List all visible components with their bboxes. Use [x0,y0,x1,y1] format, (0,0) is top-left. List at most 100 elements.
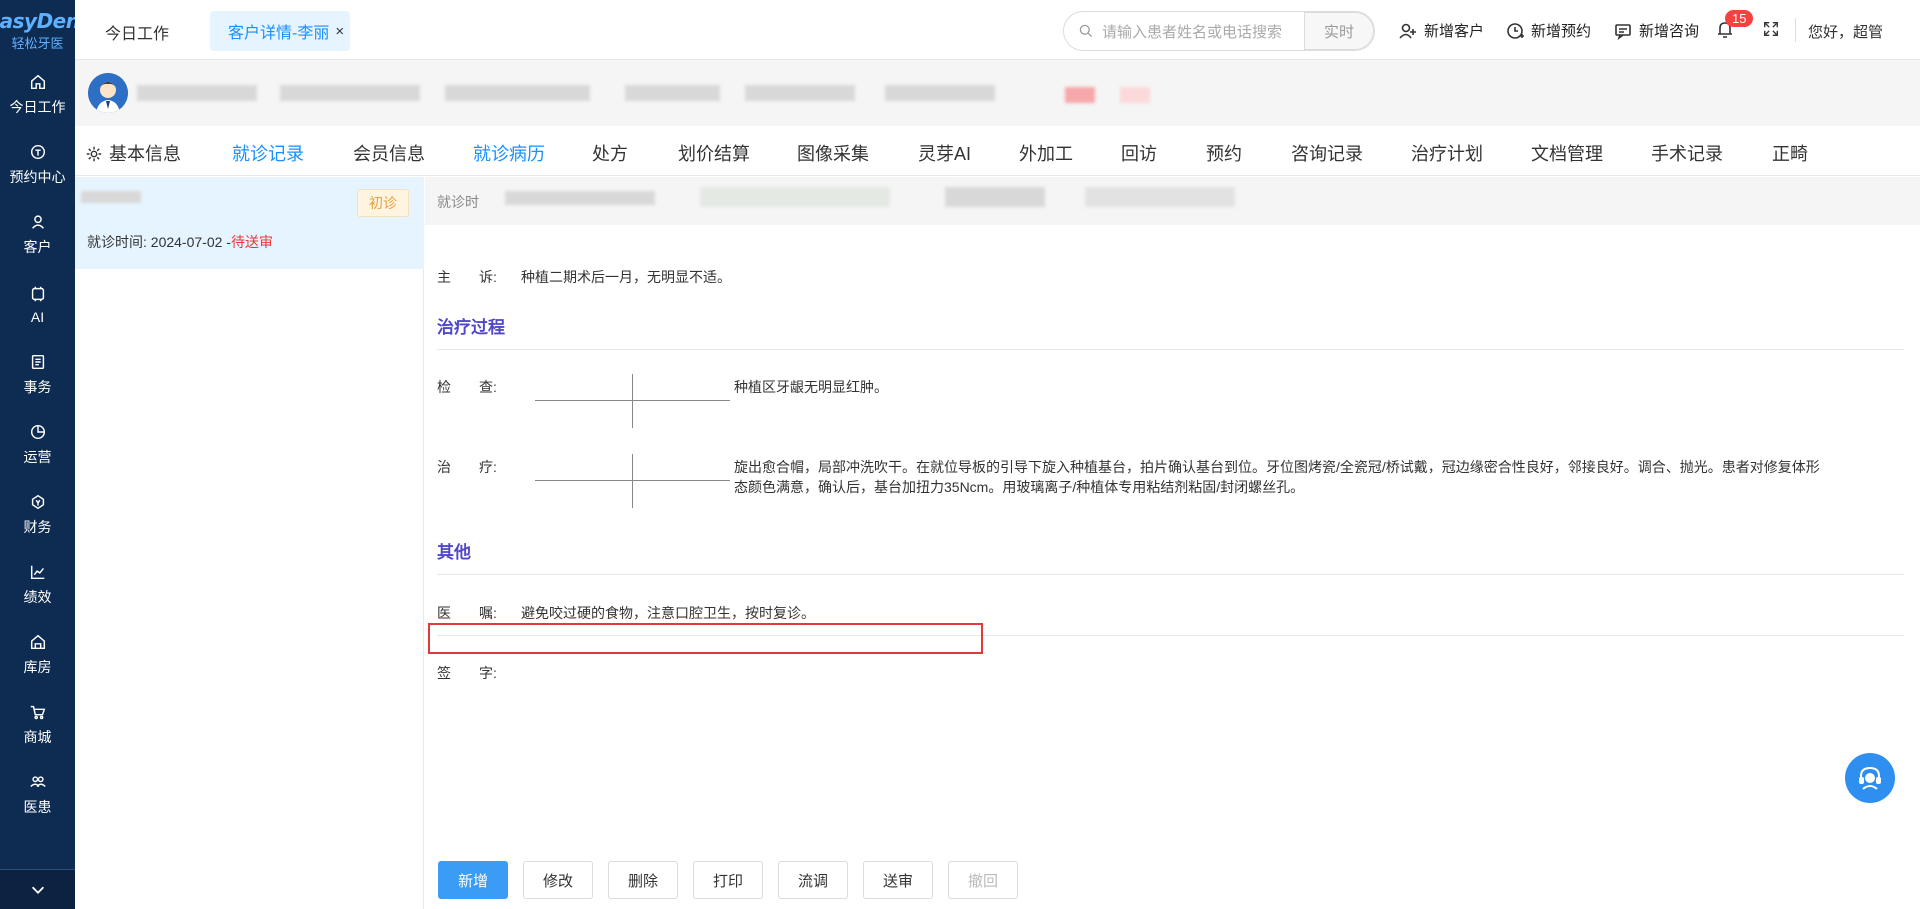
headset-icon [1859,766,1881,790]
redacted-info [700,187,890,207]
search-icon [1079,24,1093,38]
tab-ai[interactable]: 灵芽AI [918,140,971,166]
edit-button[interactable]: 修改 [523,861,593,899]
tab-follow-up[interactable]: 回访 [1121,140,1157,166]
redacted-info [625,85,720,101]
tab-prescription[interactable]: 处方 [592,140,628,166]
close-icon[interactable]: × [335,23,344,40]
advice-row: 医 嘱: 避免咬过硬的食物，注意口腔卫生，按时复诊。 [437,603,815,623]
divider [437,574,1904,575]
patient-header [75,60,1920,126]
document-icon [31,354,44,370]
tab-member-info[interactable]: 会员信息 [353,140,425,166]
brand-sub: 轻松牙医 [11,35,64,51]
chief-complaint-row: 主 诉: 种植二期术后一月，无明显不适。 [437,267,731,287]
avatar[interactable] [88,73,128,113]
tab-external-processing[interactable]: 外加工 [1019,140,1073,166]
sidebar-item-label: 事务 [23,379,52,395]
sidebar-collapse-button[interactable] [0,869,75,909]
patient-search: 请输入患者姓名或电话搜索 实时 [1063,11,1375,51]
tab-today-work[interactable]: 今日工作 [105,20,169,44]
tab-visit-records[interactable]: 就诊记录 [232,140,304,166]
epidemiological-survey-button[interactable]: 流调 [778,861,848,899]
visit-card[interactable]: 初诊 就诊时间: 2024-07-02 -待送审 [75,177,424,269]
redacted-info [505,191,655,205]
user-icon [31,215,44,229]
tab-consultation-records[interactable]: 咨询记录 [1291,140,1363,166]
advice-value: 避免咬过硬的食物，注意口腔卫生，按时复诊。 [521,605,815,621]
sidebar-item-label: 客户 [23,239,52,255]
sidebar-item-finance[interactable]: 财务 [0,480,75,550]
home-icon [30,74,45,90]
add-button[interactable]: 新增 [438,861,508,899]
sidebar-item-performance[interactable]: 绩效 [0,550,75,620]
add-user-icon [1399,23,1416,39]
fullscreen-button[interactable] [1762,20,1780,42]
add-customer-label: 新增客户 [1424,23,1485,40]
sidebar-item-label: 今日工作 [9,99,66,115]
sidebar-item-appointment[interactable]: 预约中心 [0,130,75,200]
sidebar-item-label: AI [30,309,45,325]
treatment-key: 治 疗: [437,459,497,475]
add-consultation-button[interactable]: 新增咨询 [1613,20,1699,41]
tab-appointment[interactable]: 预约 [1206,140,1242,166]
advice-key: 医 嘱: [437,605,497,621]
tab-billing[interactable]: 划价结算 [678,140,750,166]
user-greeting[interactable]: 您好，超管 [1808,21,1883,42]
tab-label: 基本信息 [109,144,181,164]
sidebar-item-ai[interactable]: AI [0,270,75,340]
visit-time: 就诊时间: 2024-07-02 -待送审 [87,232,273,252]
sidebar-item-operation[interactable]: 运营 [0,410,75,480]
sidebar-item-label: 商城 [23,729,52,745]
sidebar-item-label: 医患 [23,799,52,815]
trend-icon [30,565,44,580]
sidebar-item-mall[interactable]: 商城 [0,690,75,760]
section-other-title: 其他 [437,543,471,562]
record-header-label: 就诊时 [437,194,479,210]
sidebar-item-label: 库房 [23,659,52,675]
tab-basic-info[interactable]: 基本信息 [85,140,181,166]
tab-surgery-records[interactable]: 手术记录 [1651,140,1723,166]
sidebar-item-warehouse[interactable]: 库房 [0,620,75,690]
chevron-down-icon [31,886,44,894]
customer-tabs: 基本信息 就诊记录 会员信息 就诊病历 处方 划价结算 图像采集 灵芽AI 外加… [75,126,1920,181]
tab-orthodontics[interactable]: 正畸 [1772,140,1808,166]
notification-badge: 15 [1725,10,1754,27]
search-realtime-button[interactable]: 实时 [1304,12,1374,50]
tab-imaging[interactable]: 图像采集 [797,140,869,166]
redacted-tag [1065,87,1095,103]
top-bar: 今日工作 客户详情-李丽 × 请输入患者姓名或电话搜索 实时 新增客户 新增预约… [75,0,1920,60]
search-input[interactable]: 请输入患者姓名或电话搜索 [1102,21,1304,42]
sidebar-item-label: 运营 [23,449,52,465]
sidebar-item-doctor-patient[interactable]: 医患 [0,760,75,830]
visit-time-label: 就诊时间: 2024-07-02 - [87,234,231,250]
tab-label: 客户详情-李丽 [228,25,330,42]
tooth-position-chart[interactable] [535,454,730,508]
add-appointment-button[interactable]: 新增预约 [1505,20,1591,41]
add-clock-icon [1507,22,1524,39]
redacted-info [81,191,141,203]
exam-key: 检 查: [437,379,497,395]
logo: EasyDent 轻松牙医 [0,0,89,60]
redacted-info [885,85,995,101]
customer-support-button[interactable] [1845,753,1895,803]
tab-document-management[interactable]: 文档管理 [1531,140,1603,166]
withdraw-button[interactable]: 撤回 [948,861,1018,899]
print-button[interactable]: 打印 [693,861,763,899]
delete-button[interactable]: 删除 [608,861,678,899]
ai-chip-icon [31,286,44,302]
sidebar-item-customer[interactable]: 客户 [0,200,75,270]
first-visit-tag: 初诊 [357,189,409,217]
tab-customer-detail[interactable]: 客户详情-李丽 × [210,11,350,51]
tab-medical-record[interactable]: 就诊病历 [473,140,545,181]
add-customer-button[interactable]: 新增客户 [1398,20,1484,41]
chief-complaint-value: 种植二期术后一月，无明显不适。 [521,269,731,285]
tab-treatment-plan[interactable]: 治疗计划 [1411,140,1483,166]
add-consultation-label: 新增咨询 [1639,23,1700,40]
sidebar-item-affairs[interactable]: 事务 [0,340,75,410]
finance-icon [31,494,44,510]
treatment-value: 旋出愈合帽，局部冲洗吹干。在就位导板的引导下旋入种植基台，拍片确认基台到位。牙位… [734,457,1914,497]
submit-review-button[interactable]: 送审 [863,861,933,899]
sidebar-item-today[interactable]: 今日工作 [0,60,75,130]
tooth-position-chart[interactable] [535,374,730,428]
